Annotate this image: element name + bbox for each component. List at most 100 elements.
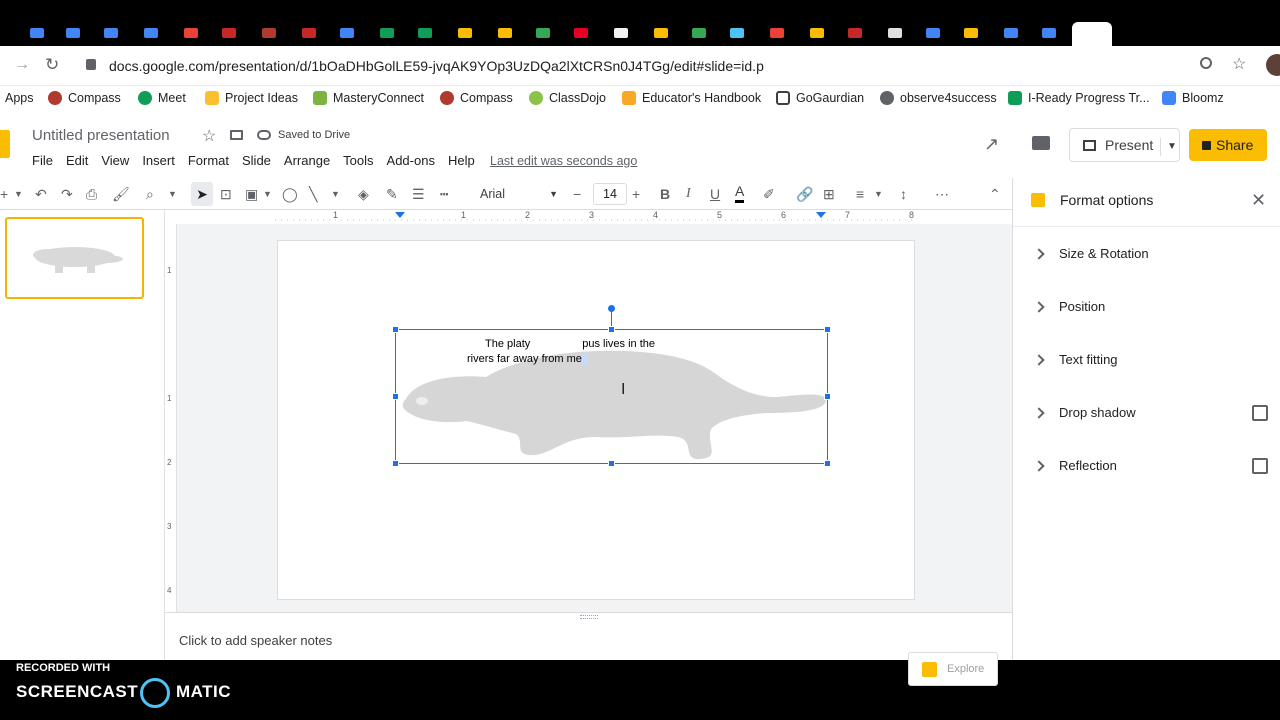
activity-trend-icon[interactable]: ↗ — [984, 134, 999, 155]
bookmark-compass[interactable]: Compass — [48, 91, 121, 105]
font-family-select[interactable]: Arial ▼ — [474, 182, 564, 206]
star-icon[interactable]: ☆ — [1232, 54, 1246, 74]
section-text-fitting[interactable]: Text fitting — [1033, 352, 1118, 367]
rotate-handle[interactable] — [608, 305, 615, 312]
new-slide-icon[interactable]: + — [0, 184, 8, 204]
explore-button[interactable]: Explore — [908, 652, 998, 686]
section-drop-shadow[interactable]: Drop shadow — [1033, 405, 1136, 420]
menu-arrange[interactable]: Arrange — [284, 153, 330, 168]
notes-drag-handle[interactable] — [580, 615, 598, 619]
bookmark-observe4success[interactable]: observe4success — [880, 91, 997, 105]
insert-link-icon[interactable]: 🔗 — [796, 184, 813, 204]
reload-icon[interactable]: ↻ — [45, 55, 59, 75]
underline-icon[interactable]: U — [710, 184, 720, 204]
format-options-panel: Format options ✕ Size & Rotation Positio… — [1012, 178, 1280, 660]
slide-thumbnail-1[interactable] — [5, 217, 144, 299]
bookmark-gogaurdian[interactable]: GoGaurdian — [776, 91, 864, 105]
text-box-icon[interactable]: ⊡ — [220, 184, 232, 204]
section-position[interactable]: Position — [1033, 299, 1105, 314]
bookmark-project-ideas[interactable]: Project Ideas — [205, 91, 298, 105]
url-text[interactable]: docs.google.com/presentation/d/1bOaDHbGo… — [109, 58, 764, 74]
section-size-rotation[interactable]: Size & Rotation — [1033, 246, 1149, 261]
resize-handle-w[interactable] — [392, 393, 399, 400]
bookmark-educators-handbook[interactable]: Educator's Handbook — [622, 91, 761, 105]
star-icon[interactable]: ☆ — [202, 126, 216, 146]
decrease-font-size-icon[interactable]: − — [573, 184, 581, 204]
shape-icon[interactable]: ◯ — [282, 184, 298, 204]
forward-icon[interactable]: → — [14, 56, 30, 74]
document-title[interactable]: Untitled presentation — [32, 127, 170, 144]
present-dropdown-icon[interactable]: ▼ — [1160, 138, 1177, 156]
border-weight-icon[interactable]: ☰ — [412, 184, 425, 204]
resize-handle-sw[interactable] — [392, 460, 399, 467]
image-dropdown-icon[interactable]: ▼ — [263, 184, 272, 204]
drop-shadow-checkbox[interactable] — [1252, 405, 1268, 421]
menu-view[interactable]: View — [101, 153, 129, 168]
fill-color-icon[interactable]: ◈ — [358, 184, 369, 204]
text-box-selection[interactable]: The platy pus lives in the rivers far awa… — [395, 329, 828, 464]
menu-format[interactable]: Format — [188, 153, 229, 168]
align-dropdown-icon[interactable]: ▼ — [874, 184, 883, 204]
speaker-notes[interactable]: Click to add speaker notes — [165, 612, 1012, 660]
italic-icon[interactable]: I — [686, 184, 691, 204]
bookmark-iready[interactable]: I-Ready Progress Tr... — [1008, 91, 1150, 105]
zoom-dropdown-icon[interactable]: ▼ — [168, 184, 177, 204]
line-icon[interactable]: ╲ — [309, 184, 317, 204]
new-slide-dropdown-icon[interactable]: ▼ — [14, 184, 23, 204]
add-comment-icon[interactable]: ⊞ — [823, 184, 835, 204]
slide[interactable]: The platy pus lives in the rivers far awa… — [277, 240, 915, 600]
menu-addons[interactable]: Add-ons — [387, 153, 435, 168]
bookmark-masteryconnect[interactable]: MasteryConnect — [313, 91, 424, 105]
profile-avatar[interactable] — [1266, 54, 1280, 76]
classdojo-icon — [529, 91, 543, 105]
comments-icon[interactable] — [1032, 136, 1050, 150]
zoom-icon[interactable]: ⌕ — [146, 184, 154, 204]
menu-file[interactable]: File — [32, 153, 53, 168]
resize-handle-nw[interactable] — [392, 326, 399, 333]
move-folder-icon[interactable] — [230, 130, 243, 140]
resize-handle-ne[interactable] — [824, 326, 831, 333]
resize-handle-se[interactable] — [824, 460, 831, 467]
paint-format-icon[interactable]: 🖌 — [112, 184, 130, 204]
more-options-icon[interactable]: ⋯ — [935, 184, 949, 204]
image-icon[interactable]: ▣ — [245, 184, 258, 204]
collapse-toolbar-icon[interactable]: ⌃ — [989, 184, 1001, 204]
increase-font-size-icon[interactable]: + — [632, 184, 640, 204]
resize-handle-s[interactable] — [608, 460, 615, 467]
share-label: Share — [1216, 137, 1254, 153]
redo-icon[interactable]: ↷ — [61, 184, 73, 204]
menu-edit[interactable]: Edit — [66, 153, 88, 168]
select-tool-icon[interactable]: ➤ — [191, 182, 213, 206]
menu-slide[interactable]: Slide — [242, 153, 271, 168]
menu-help[interactable]: Help — [448, 153, 475, 168]
menu-insert[interactable]: Insert — [142, 153, 175, 168]
bookmark-compass-2[interactable]: Compass — [440, 91, 513, 105]
border-dash-icon[interactable]: ┅ — [440, 184, 448, 204]
bold-icon[interactable]: B — [660, 184, 670, 204]
bookmark-bloomz[interactable]: Bloomz — [1162, 91, 1224, 105]
close-icon[interactable]: ✕ — [1251, 190, 1266, 211]
print-icon[interactable]: ⎙ — [86, 184, 97, 204]
resize-handle-e[interactable] — [824, 393, 831, 400]
line-dropdown-icon[interactable]: ▼ — [331, 184, 340, 204]
text-color-icon[interactable]: A — [735, 183, 745, 203]
zoom-icon[interactable] — [1200, 57, 1212, 69]
highlight-color-icon[interactable]: ✐ — [763, 184, 775, 204]
last-edit-link[interactable]: Last edit was seconds ago — [490, 154, 637, 168]
align-icon[interactable]: ≡ — [856, 184, 864, 204]
resize-handle-n[interactable] — [608, 326, 615, 333]
slide-text[interactable]: The platy pus lives in the rivers far awa… — [396, 337, 827, 367]
bookmark-meet[interactable]: Meet — [138, 91, 186, 105]
border-color-icon[interactable]: ✎ — [386, 184, 398, 204]
bookmark-classdojo[interactable]: ClassDojo — [529, 91, 606, 105]
menu-tools[interactable]: Tools — [343, 153, 373, 168]
font-size-input[interactable]: 14 — [593, 183, 627, 205]
section-reflection[interactable]: Reflection — [1033, 458, 1117, 473]
undo-icon[interactable]: ↶ — [35, 184, 47, 204]
reflection-checkbox[interactable] — [1252, 458, 1268, 474]
line-spacing-icon[interactable]: ↕ — [900, 184, 907, 204]
present-button[interactable]: Present ▼ — [1069, 128, 1180, 162]
bookmark-apps[interactable]: Apps — [5, 91, 34, 105]
slides-logo-icon[interactable] — [0, 130, 10, 158]
share-button[interactable]: Share — [1189, 129, 1267, 161]
